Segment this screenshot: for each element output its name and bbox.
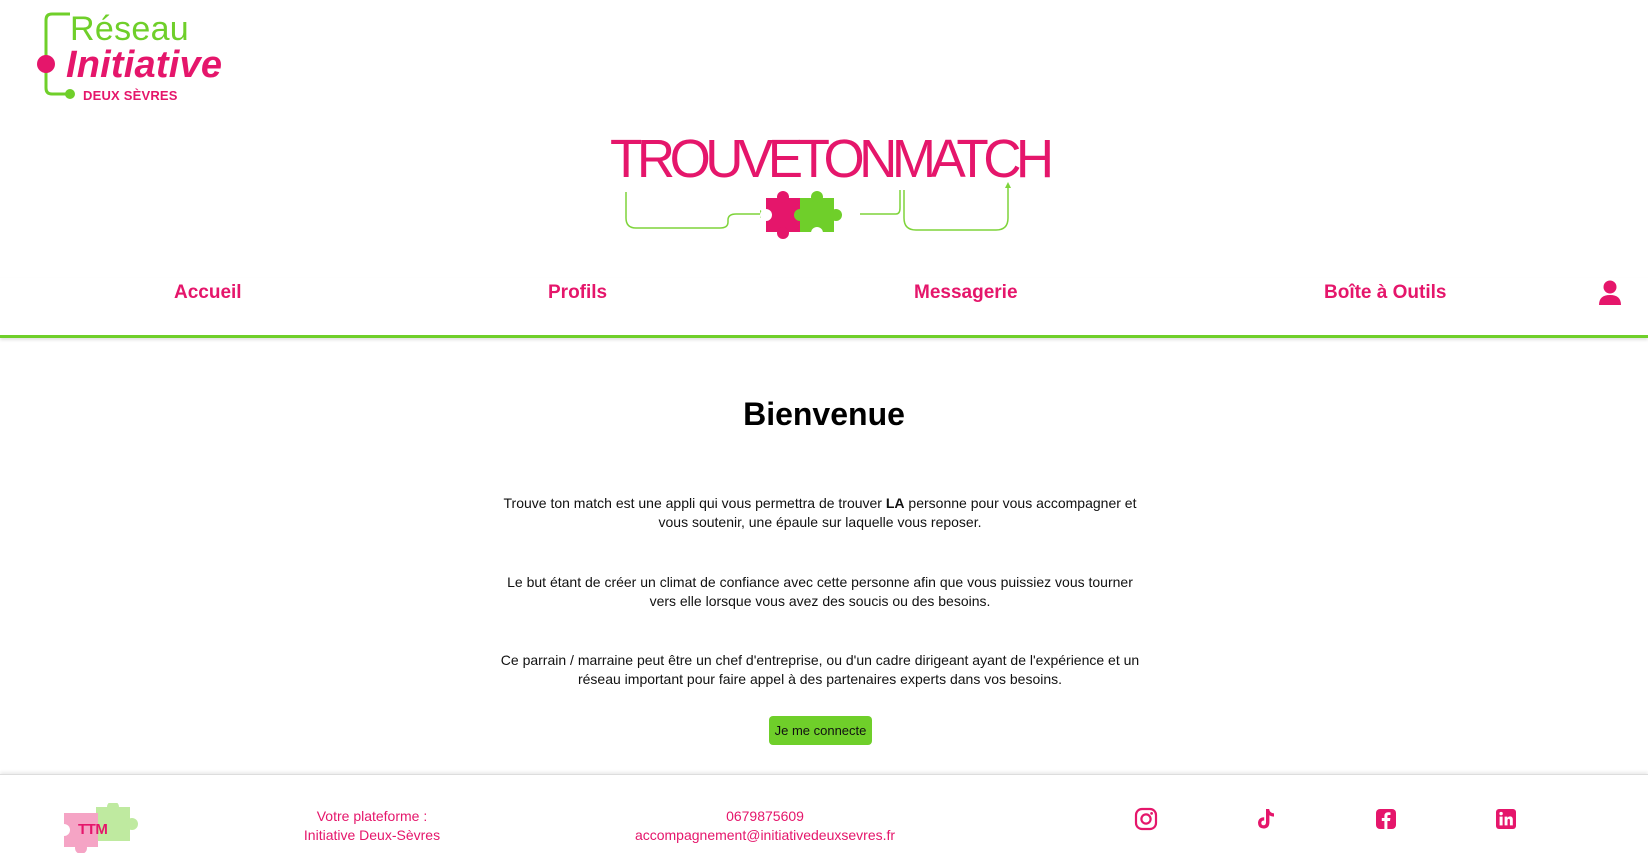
tiktok-icon[interactable] (1254, 807, 1278, 831)
footer-ttm-text: TTM (78, 821, 108, 838)
nav-item-accueil[interactable]: Accueil (174, 282, 242, 304)
nav-item-messagerie[interactable]: Messagerie (914, 282, 1018, 304)
instagram-icon[interactable] (1134, 807, 1158, 831)
reseau-initiative-logo[interactable]: Réseau Initiative DEUX SÈVRES (36, 8, 246, 108)
platform-label: Votre plateforme : (316, 808, 428, 824)
page-title: Bienvenue (743, 396, 905, 432)
login-button[interactable]: Je me connecte (769, 716, 872, 745)
nav-item-boite-a-outils[interactable]: Boîte à Outils (1324, 282, 1446, 304)
linkedin-icon[interactable] (1494, 807, 1518, 831)
contact-email[interactable]: accompagnement@initiativedeuxsevres.fr (620, 826, 910, 845)
nav-item-profils[interactable]: Profils (548, 282, 607, 304)
facebook-icon[interactable] (1374, 807, 1398, 831)
contact-phone[interactable]: 0679875609 (620, 807, 910, 826)
intro-paragraph-emphasis: LA (885, 495, 905, 511)
logo-deux-sevres-text: DEUX SÈVRES (83, 88, 178, 103)
platform-name: Initiative Deux-Sèvres (303, 827, 441, 843)
logo-initiative-text: Initiative (66, 44, 223, 86)
intro-paragraph: Trouve ton match est une appli qui vous … (494, 494, 1146, 532)
mentor-paragraph: Ce parrain / marraine peut être un chef … (500, 652, 1140, 687)
trust-paragraph: Le but étant de créer un climat de confi… (507, 574, 1133, 609)
trouve-ton-match-logo[interactable]: TROUVETONMATCH (608, 128, 1054, 248)
footer-contact: 0679875609 accompagnement@initiativedeux… (620, 807, 910, 845)
main-navigation: Accueil Profils Messagerie Boîte à Outil… (0, 278, 1648, 338)
footer-ttm-logo[interactable]: TTM (58, 801, 138, 854)
welcome-section: Bienvenue Trouve ton match est une appli… (0, 340, 1648, 772)
puzzle-pieces-icon (625, 182, 1011, 239)
footer-platform: Votre plateforme : Initiative Deux-Sèvre… (290, 807, 454, 845)
site-footer: TTM Votre plateforme : Initiative Deux-S… (0, 774, 1648, 862)
intro-paragraph-start: Trouve ton match est une appli qui vous … (503, 495, 886, 511)
user-icon[interactable] (1598, 280, 1622, 306)
